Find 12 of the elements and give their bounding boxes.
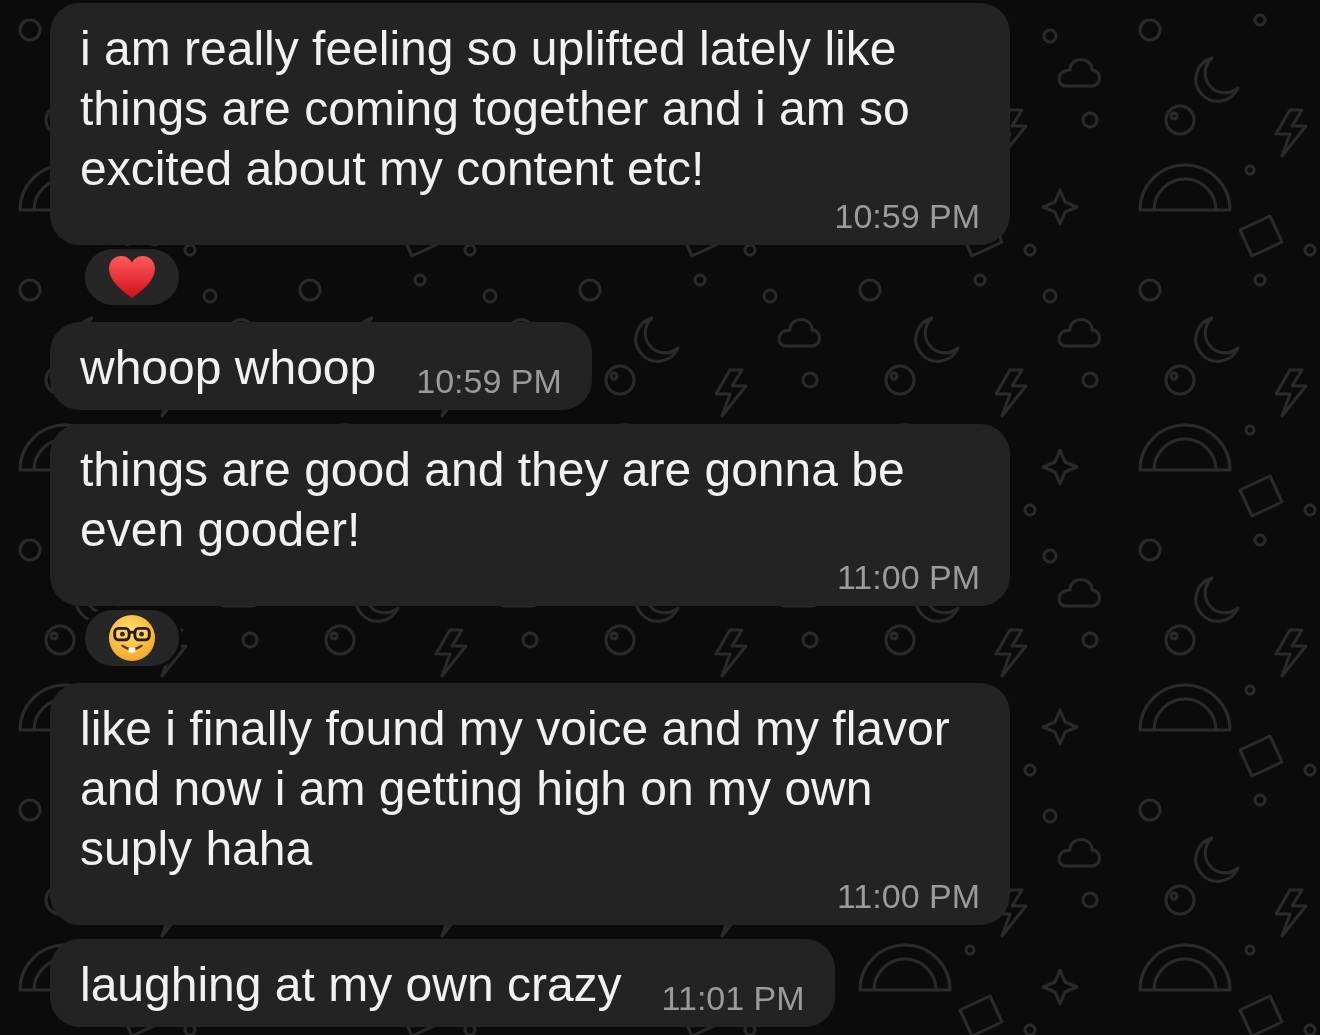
message-text: laughing at my own crazy — [80, 957, 622, 1013]
message-text: things are good and they are gonna be even gooder! — [80, 442, 906, 558]
message-text: whoop whoop — [80, 340, 377, 396]
message-time: 11:00 PM — [837, 560, 980, 594]
message-time: 10:59 PM — [834, 199, 980, 233]
nerd-face-icon — [108, 614, 156, 662]
message-time: 11:00 PM — [837, 879, 980, 913]
message-text: i am really feeling so uplifted lately like things are coming together and i am so excited about my content etc! — [80, 21, 911, 197]
heart-icon — [108, 255, 156, 299]
message-text: like i finally found my voice and my flavor and now i am getting high on my own suply haha — [80, 701, 951, 877]
message-time: 11:01 PM — [661, 981, 805, 1015]
message-time: 10:59 PM — [416, 364, 562, 398]
